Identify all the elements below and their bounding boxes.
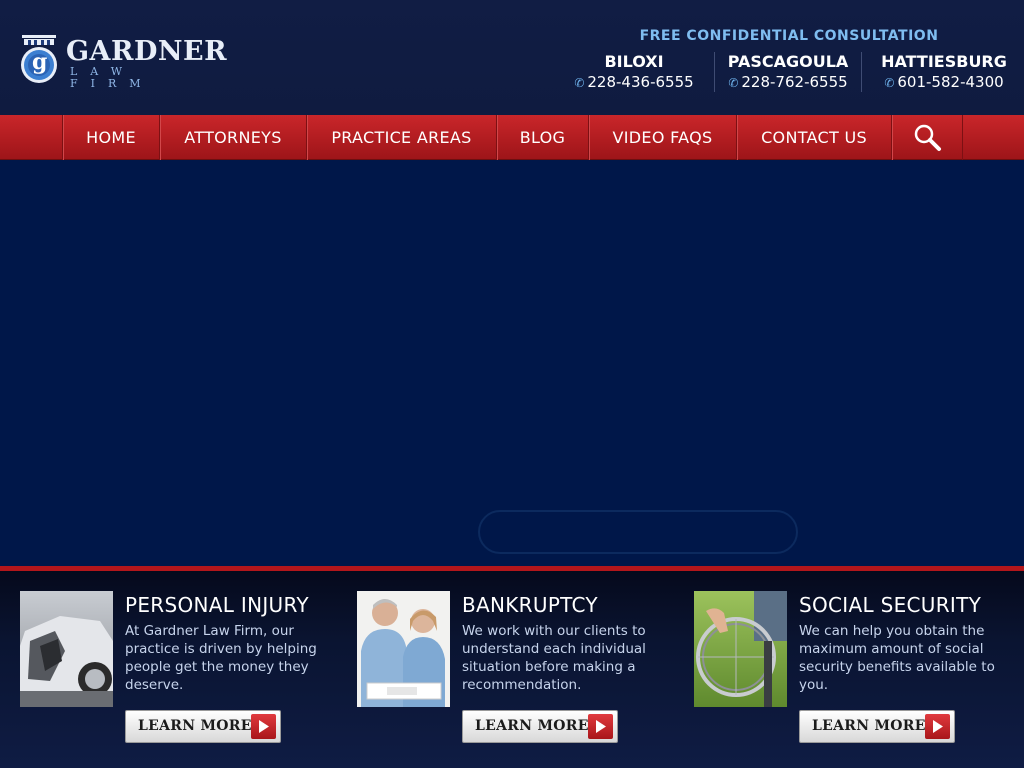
nav-home[interactable]: HOME bbox=[62, 115, 159, 160]
office-pascagoula[interactable]: PASCAGOULA ✆ 228-762-6555 bbox=[724, 52, 852, 94]
car-crash-image[interactable] bbox=[20, 591, 113, 707]
office-divider bbox=[714, 52, 715, 92]
office-phone[interactable]: ✆ 601-582-4300 bbox=[876, 72, 1012, 93]
nav-blog[interactable]: BLOG bbox=[496, 115, 588, 160]
phone-icon: ✆ bbox=[574, 76, 585, 90]
learn-more-label: LEARN MORE bbox=[138, 718, 252, 734]
learn-more-label: LEARN MORE bbox=[475, 718, 589, 734]
office-phone[interactable]: ✆ 228-436-6555 bbox=[572, 72, 696, 93]
nav-practice-areas[interactable]: PRACTICE AREAS bbox=[306, 115, 496, 160]
learn-more-button[interactable]: LEARN MORE bbox=[799, 710, 955, 743]
main-nav: HOME ATTORNEYS PRACTICE AREAS BLOG VIDEO… bbox=[0, 115, 1024, 160]
learn-more-button[interactable]: LEARN MORE bbox=[125, 710, 281, 743]
hero-slider: ​ ​ ​ bbox=[0, 160, 1024, 566]
logo-name: GARDNER bbox=[66, 36, 228, 67]
consultation-banner: FREE CONFIDENTIAL CONSULTATION bbox=[639, 28, 939, 44]
office-phone[interactable]: ✆ 228-762-6555 bbox=[724, 72, 852, 93]
service-description: We can help you obtain the maximum amoun… bbox=[799, 623, 995, 693]
service-description: We work with our clients to understand e… bbox=[462, 623, 646, 693]
office-city: BILOXI bbox=[604, 52, 664, 71]
play-arrow-icon bbox=[925, 714, 950, 739]
play-arrow-icon bbox=[588, 714, 613, 739]
logo-emblem-letter: g bbox=[32, 49, 48, 75]
worried-couple-image[interactable] bbox=[357, 591, 450, 707]
phone-number: 228-762-6555 bbox=[741, 73, 848, 91]
service-title[interactable]: SOCIAL SECURITY bbox=[799, 593, 981, 617]
phone-icon: ✆ bbox=[884, 76, 895, 90]
service-card-bankruptcy: BANKRUPTCY We work with our clients to u… bbox=[357, 591, 677, 751]
office-city: HATTIESBURG bbox=[881, 52, 1007, 71]
office-hattiesburg[interactable]: HATTIESBURG ✆ 601-582-4300 bbox=[876, 52, 1012, 94]
office-city: PASCAGOULA bbox=[727, 52, 849, 71]
service-card-social-security: SOCIAL SECURITY We can help you obtain t… bbox=[694, 591, 1014, 751]
learn-more-label: LEARN MORE bbox=[812, 718, 926, 734]
phone-number: 228-436-6555 bbox=[587, 73, 694, 91]
service-title[interactable]: BANKRUPTCY bbox=[462, 593, 598, 617]
phone-number: 601-582-4300 bbox=[897, 73, 1004, 91]
hero-faded-button bbox=[478, 510, 798, 554]
service-description: At Gardner Law Firm, our practice is dri… bbox=[125, 623, 317, 693]
search-button[interactable] bbox=[891, 115, 963, 160]
logo-subtitle: LAW FIRM bbox=[70, 65, 154, 90]
play-arrow-icon bbox=[251, 714, 276, 739]
site-header: g GARDNER LAW FIRM FREE CONFIDENTIAL CON… bbox=[0, 0, 1024, 115]
office-divider bbox=[861, 52, 862, 92]
office-biloxi[interactable]: BILOXI ✆ 228-436-6555 bbox=[572, 52, 696, 94]
nav-attorneys[interactable]: ATTORNEYS bbox=[159, 115, 306, 160]
phone-icon: ✆ bbox=[728, 76, 739, 90]
service-title[interactable]: PERSONAL INJURY bbox=[125, 593, 309, 617]
nav-video-faqs[interactable]: VIDEO FAQS bbox=[588, 115, 736, 160]
learn-more-button[interactable]: LEARN MORE bbox=[462, 710, 618, 743]
services-section: PERSONAL INJURY At Gardner Law Firm, our… bbox=[0, 571, 1024, 768]
service-card-personal-injury: PERSONAL INJURY At Gardner Law Firm, our… bbox=[20, 591, 340, 751]
nav-contact-us[interactable]: CONTACT US bbox=[736, 115, 891, 160]
magnifier-icon bbox=[914, 124, 941, 151]
wheelchair-image[interactable] bbox=[694, 591, 787, 707]
logo[interactable]: g GARDNER LAW FIRM bbox=[20, 34, 227, 90]
